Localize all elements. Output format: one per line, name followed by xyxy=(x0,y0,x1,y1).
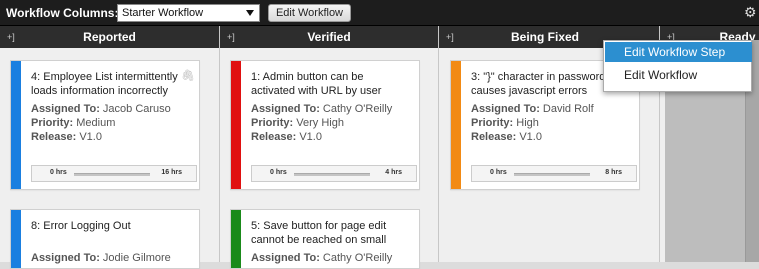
assigned-value: Jodie Gilmore xyxy=(102,252,171,264)
collapse-icon[interactable]: +] xyxy=(446,26,454,48)
hours-track xyxy=(74,173,150,176)
priority-label: Priority: xyxy=(251,117,294,129)
priority-stripe xyxy=(11,210,21,268)
assigned-label: Assigned To: xyxy=(251,103,320,115)
priority-row: Priority: High xyxy=(471,116,539,130)
card-title: 4: Employee List intermittently loads in… xyxy=(31,71,178,97)
card-8[interactable]: 8: Error Logging Out Assigned To: Jodie … xyxy=(10,209,200,269)
priority-value: High xyxy=(516,117,539,129)
hours-bar: 0 hrs 16 hrs xyxy=(31,165,197,182)
chevron-down-icon xyxy=(246,10,254,16)
priority-row: Priority: Very High xyxy=(251,116,344,130)
assigned-label: Assigned To: xyxy=(31,103,100,115)
assigned-label: Assigned To: xyxy=(471,103,540,115)
priority-value: Very High xyxy=(296,117,344,129)
hours-end: 8 hrs xyxy=(605,169,622,176)
assigned-value: Cathy O'Reilly xyxy=(322,103,393,115)
priority-stripe xyxy=(231,210,241,268)
priority-row: Priority: Medium xyxy=(31,116,115,130)
hours-start: 0 hrs xyxy=(490,169,507,176)
assigned-row: Assigned To: Jodie Gilmore xyxy=(31,251,171,265)
column-title: Being Fixed xyxy=(510,30,579,44)
priority-stripe xyxy=(231,61,241,189)
hours-bar: 0 hrs 4 hrs xyxy=(251,165,417,182)
gear-icon[interactable]: ⚙ xyxy=(744,5,758,19)
release-label: Release: xyxy=(251,131,297,143)
assigned-label: Assigned To: xyxy=(251,252,320,264)
hours-end: 4 hrs xyxy=(385,169,402,176)
workflow-select[interactable]: Starter Workflow xyxy=(117,4,260,22)
workflow-columns-label: Workflow Columns: xyxy=(6,6,119,20)
column-title: Verified xyxy=(307,30,351,44)
column-header: +] Reported xyxy=(0,26,219,48)
collapse-icon[interactable]: +] xyxy=(227,26,235,48)
card-5[interactable]: 5: Save button for page edit cannot be r… xyxy=(230,209,420,269)
release-label: Release: xyxy=(31,131,77,143)
priority-value: Medium xyxy=(76,117,116,129)
collapse-icon[interactable]: +] xyxy=(7,26,15,48)
release-row: Release: V1.0 xyxy=(251,130,322,144)
menu-item-edit-workflow-step[interactable]: Edit Workflow Step xyxy=(605,42,752,62)
assigned-row: Assigned To: Cathy O'Reilly xyxy=(251,102,392,116)
menu-item-edit-workflow[interactable]: Edit Workflow xyxy=(605,65,752,85)
assigned-value: David Rolf xyxy=(542,103,594,115)
hours-start: 0 hrs xyxy=(270,169,287,176)
priority-stripe xyxy=(11,61,21,189)
priority-label: Priority: xyxy=(31,117,74,129)
release-row: Release: V1.0 xyxy=(31,130,102,144)
column-header: +] Verified xyxy=(220,26,438,48)
hours-start: 0 hrs xyxy=(50,169,67,176)
release-value: V1.0 xyxy=(519,131,542,143)
workflow-select-value: Starter Workflow xyxy=(122,7,204,19)
card-1[interactable]: 1: Admin button can be activated with UR… xyxy=(230,60,420,190)
release-row: Release: V1.0 xyxy=(471,130,542,144)
assigned-value: Jacob Caruso xyxy=(102,103,171,115)
hours-track xyxy=(514,173,590,176)
card-title: 5: Save button for page edit cannot be r… xyxy=(251,220,387,246)
hours-bar: 0 hrs 8 hrs xyxy=(471,165,637,182)
assigned-row: Assigned To: Cathy O'Reilly xyxy=(251,251,392,265)
assigned-label: Assigned To: xyxy=(31,252,100,264)
settings-dropdown-menu: Edit Workflow Step Edit Workflow xyxy=(603,40,752,92)
hours-end: 16 hrs xyxy=(161,169,182,176)
column-title: Reported xyxy=(83,30,136,44)
assigned-row: Assigned To: Jacob Caruso xyxy=(31,102,171,116)
priority-label: Priority: xyxy=(471,117,514,129)
release-value: V1.0 xyxy=(79,131,102,143)
card-title: 1: Admin button can be activated with UR… xyxy=(251,71,382,97)
release-label: Release: xyxy=(471,131,517,143)
card-4[interactable]: 4: Employee List intermittently loads in… xyxy=(10,60,200,190)
assigned-row: Assigned To: David Rolf xyxy=(471,102,594,116)
priority-stripe xyxy=(451,61,461,189)
top-toolbar: Workflow Columns: Starter Workflow Edit … xyxy=(0,0,759,26)
release-value: V1.0 xyxy=(299,131,322,143)
card-title: 8: Error Logging Out xyxy=(31,220,131,232)
paperclip-icon: 🖇 xyxy=(181,70,195,82)
hours-track xyxy=(294,173,370,176)
assigned-value: Cathy O'Reilly xyxy=(322,252,393,264)
edit-workflow-button[interactable]: Edit Workflow xyxy=(268,4,351,22)
